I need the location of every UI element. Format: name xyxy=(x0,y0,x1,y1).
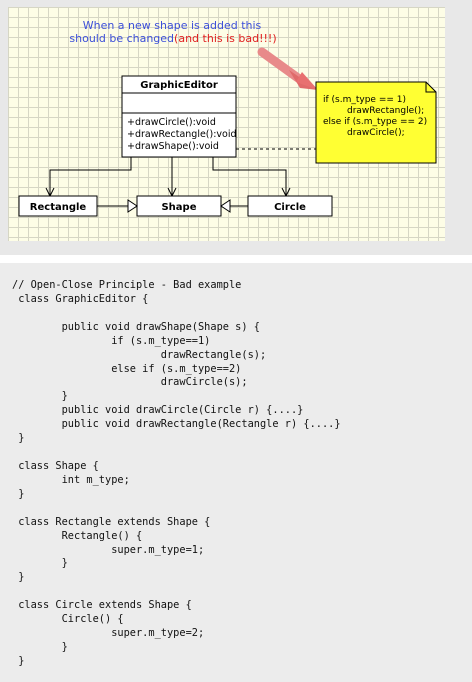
code-line: drawCircle(s); xyxy=(12,376,248,389)
code-line: Rectangle() { xyxy=(12,529,143,542)
circle-class-name: Circle xyxy=(274,202,306,213)
method-draw-shape: +drawShape():void xyxy=(127,141,219,152)
code-line: } xyxy=(12,557,68,570)
code-line: } xyxy=(12,432,25,445)
shape-class-name: Shape xyxy=(161,202,196,213)
note-line-3: else if (s.m_type == 2) xyxy=(323,117,427,127)
code-line: super.m_type=1; xyxy=(12,543,205,556)
code-line: else if (s.m_type==2) xyxy=(12,362,242,375)
code-line: drawRectangle(s); xyxy=(12,348,267,361)
code-block: // Open-Close Principle - Bad example cl… xyxy=(12,279,341,669)
method-draw-circle: +drawCircle():void xyxy=(127,117,216,128)
code-line: class Rectangle extends Shape { xyxy=(12,515,211,528)
annotation-line-1: When a new shape is added this xyxy=(83,19,262,32)
code-line: class GraphicEditor { xyxy=(12,292,149,305)
code-panel: // Open-Close Principle - Bad example cl… xyxy=(0,263,472,682)
rectangle-class-name: Rectangle xyxy=(30,202,87,213)
code-line: // Open-Close Principle - Bad example xyxy=(12,279,242,291)
code-line: super.m_type=2; xyxy=(12,627,205,640)
note-box: if (s.m_type == 1) drawRectangle(); else… xyxy=(315,81,437,164)
code-line: public void drawShape(Shape s) { xyxy=(12,320,260,333)
code-line: class Circle extends Shape { xyxy=(12,599,192,612)
annotation-text: should be changed xyxy=(69,32,174,45)
code-line: } xyxy=(12,390,68,403)
code-line: } xyxy=(12,640,68,653)
code-line: int m_type; xyxy=(12,473,130,486)
code-line: } xyxy=(12,571,25,584)
note-line-1: if (s.m_type == 1) xyxy=(323,95,406,105)
code-line: public void drawRectangle(Rectangle r) {… xyxy=(12,418,341,431)
code-line: Circle() { xyxy=(12,613,124,626)
note-line-4: drawCircle(); xyxy=(347,128,405,138)
annotation-warning: (and this is bad!!!) xyxy=(174,32,277,45)
association-arrows xyxy=(50,157,286,196)
annotation-line-2: should be changed(and this is bad!!!) xyxy=(69,32,276,45)
note-line-2: drawRectangle(); xyxy=(347,106,424,116)
graphic-editor-class: GraphicEditor +drawCircle():void +drawRe… xyxy=(121,75,237,158)
diagram-panel: When a new shape is added this should be… xyxy=(0,0,472,255)
method-draw-rectangle: +drawRectangle():void xyxy=(127,129,237,140)
code-line: } xyxy=(12,487,25,500)
pointer-arrow-icon xyxy=(257,47,318,90)
code-line: if (s.m_type==1) xyxy=(12,334,211,347)
graphic-editor-name: GraphicEditor xyxy=(140,80,218,91)
code-line: } xyxy=(12,654,25,667)
shape-class: Shape xyxy=(136,195,222,217)
circle-class: Circle xyxy=(247,195,333,217)
code-line: public void drawCircle(Circle r) {....} xyxy=(12,404,304,417)
rectangle-class: Rectangle xyxy=(18,195,98,217)
code-line: class Shape { xyxy=(12,459,99,472)
uml-diagram: When a new shape is added this should be… xyxy=(18,19,437,217)
